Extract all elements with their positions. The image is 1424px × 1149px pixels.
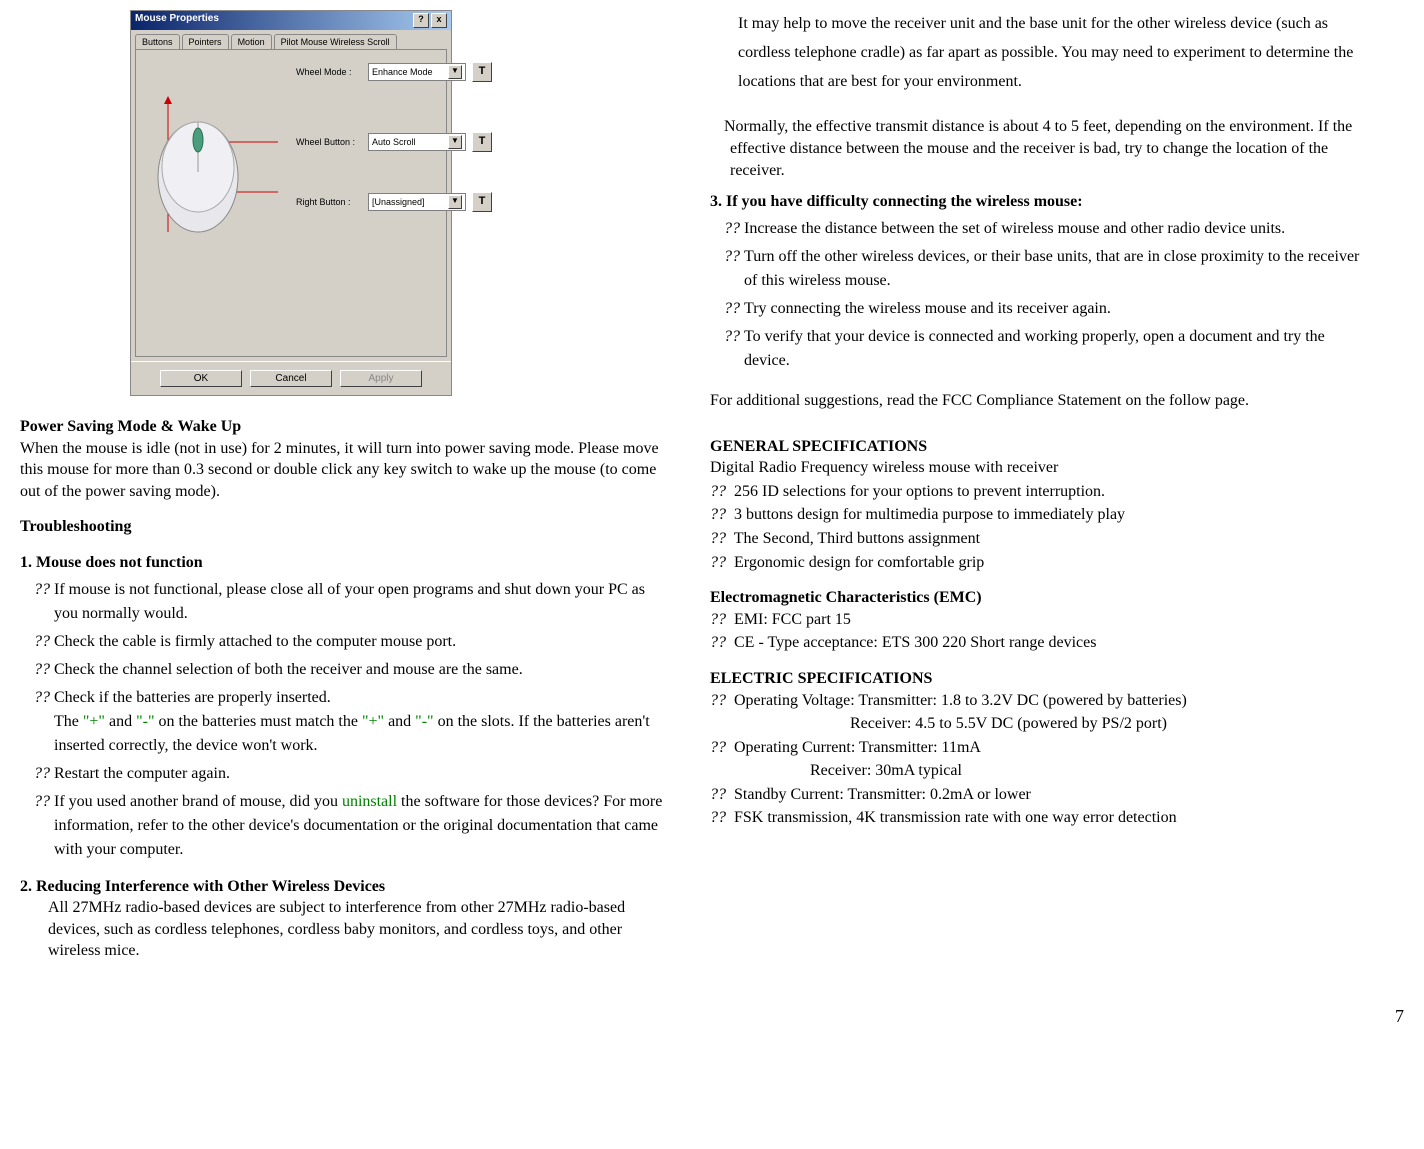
tab-buttons[interactable]: Buttons: [135, 34, 180, 49]
left-column: Mouse Properties ? x Buttons Pointers Mo…: [20, 10, 670, 976]
list-item: ?? Ergonomic design for comfortable grip: [710, 552, 1360, 574]
apply-button[interactable]: Apply: [340, 370, 422, 387]
page: Mouse Properties ? x Buttons Pointers Mo…: [20, 10, 1404, 976]
list-item: ??If mouse is not functional, please clo…: [20, 578, 670, 626]
list-item: ??To verify that your device is connecte…: [710, 325, 1360, 373]
cancel-button[interactable]: Cancel: [250, 370, 332, 387]
list-item: ?? The Second, Third buttons assignment: [710, 528, 1360, 550]
mouse-properties-dialog: Mouse Properties ? x Buttons Pointers Mo…: [130, 10, 452, 396]
dialog-tabs: Buttons Pointers Motion Pilot Mouse Wire…: [131, 30, 451, 49]
heading-emc: Electromagnetic Characteristics (EMC): [710, 587, 1360, 609]
list-item: ?? CE - Type acceptance: ETS 300 220 Sho…: [710, 632, 1360, 654]
wheel-mode-dropdown[interactable]: Enhance Mode▼: [368, 63, 466, 81]
list-item: ??Check the channel selection of both th…: [20, 658, 670, 682]
text-power-saving: When the mouse is idle (not in use) for …: [20, 438, 670, 503]
chevron-down-icon: ▼: [448, 65, 462, 79]
text-general-sub: Digital Radio Frequency wireless mouse w…: [710, 457, 1360, 479]
dialog-title: Mouse Properties: [135, 13, 219, 28]
heading-electric-specs: ELECTRIC SPECIFICATIONS: [710, 668, 1360, 690]
mouse-illustration: [148, 92, 278, 242]
chevron-down-icon: ▼: [448, 135, 462, 149]
text-interference: All 27MHz radio-based devices are subjec…: [20, 897, 670, 962]
text-transmit-distance: Normally, the effective transmit distanc…: [710, 116, 1360, 181]
help-button[interactable]: ?: [413, 13, 429, 28]
dialog-button-row: OK Cancel Apply: [131, 361, 451, 395]
tab-motion[interactable]: Motion: [231, 34, 272, 49]
text-fcc-suggestion: For additional suggestions, read the FCC…: [710, 387, 1360, 416]
chevron-down-icon: ▼: [448, 195, 462, 209]
tab-pointers[interactable]: Pointers: [182, 34, 229, 49]
text-receiver-voltage: Receiver: 4.5 to 5.5V DC (powered by PS/…: [710, 713, 1360, 735]
list-item: ??Check the cable is firmly attached to …: [20, 630, 670, 654]
list-item: ?? Operating Voltage: Transmitter: 1.8 t…: [710, 690, 1360, 712]
close-button[interactable]: x: [431, 13, 447, 28]
wheel-button-label: Wheel Button :: [296, 137, 362, 147]
ok-button[interactable]: OK: [160, 370, 242, 387]
wheel-mode-label: Wheel Mode :: [296, 67, 362, 77]
list-item: ?? 256 ID selections for your options to…: [710, 481, 1360, 503]
tab-wireless-scroll[interactable]: Pilot Mouse Wireless Scroll: [274, 34, 397, 49]
list-item: ??Try connecting the wireless mouse and …: [710, 297, 1360, 321]
right-column: It may help to move the receiver unit an…: [710, 10, 1360, 976]
right-button-label: Right Button :: [296, 197, 362, 207]
list-item: ?? Operating Current: Transmitter: 11mA: [710, 737, 1360, 759]
wheel-mode-t-button[interactable]: T: [472, 62, 492, 82]
text-receiver-distance: It may help to move the receiver unit an…: [710, 10, 1360, 96]
right-button-t-button[interactable]: T: [472, 192, 492, 212]
list-item: ?? FSK transmission, 4K transmission rat…: [710, 807, 1360, 829]
heading-general-specs: GENERAL SPECIFICATIONS: [710, 436, 1360, 458]
heading-troubleshooting: Troubleshooting: [20, 516, 670, 538]
heading-reducing-interference: 2. Reducing Interference with Other Wire…: [20, 876, 670, 898]
dialog-panel: Wheel Mode : Enhance Mode▼ T Wheel Butto…: [135, 49, 447, 357]
list-item: ??Increase the distance between the set …: [710, 217, 1360, 241]
wheel-button-t-button[interactable]: T: [472, 132, 492, 152]
heading-power-saving: Power Saving Mode & Wake Up: [20, 416, 670, 438]
dialog-titlebar: Mouse Properties ? x: [131, 11, 451, 30]
list-item: ??If you used another brand of mouse, di…: [20, 790, 670, 862]
text-receiver-current: Receiver: 30mA typical: [710, 760, 1360, 782]
page-number: 7: [20, 1006, 1404, 1027]
list-item: ??Restart the computer again.: [20, 762, 670, 786]
list-item: ?? 3 buttons design for multimedia purpo…: [710, 504, 1360, 526]
heading-mouse-not-function: 1. Mouse does not function: [20, 552, 670, 574]
heading-difficulty-connecting: 3. If you have difficulty connecting the…: [710, 191, 1360, 213]
right-button-dropdown[interactable]: [Unassigned]▼: [368, 193, 466, 211]
list-item: ?? Standby Current: Transmitter: 0.2mA o…: [710, 784, 1360, 806]
list-item: ?? EMI: FCC part 15: [710, 609, 1360, 631]
wheel-button-dropdown[interactable]: Auto Scroll▼: [368, 133, 466, 151]
list-item: ??Check if the batteries are properly in…: [20, 686, 670, 758]
list-item: ??Turn off the other wireless devices, o…: [710, 245, 1360, 293]
